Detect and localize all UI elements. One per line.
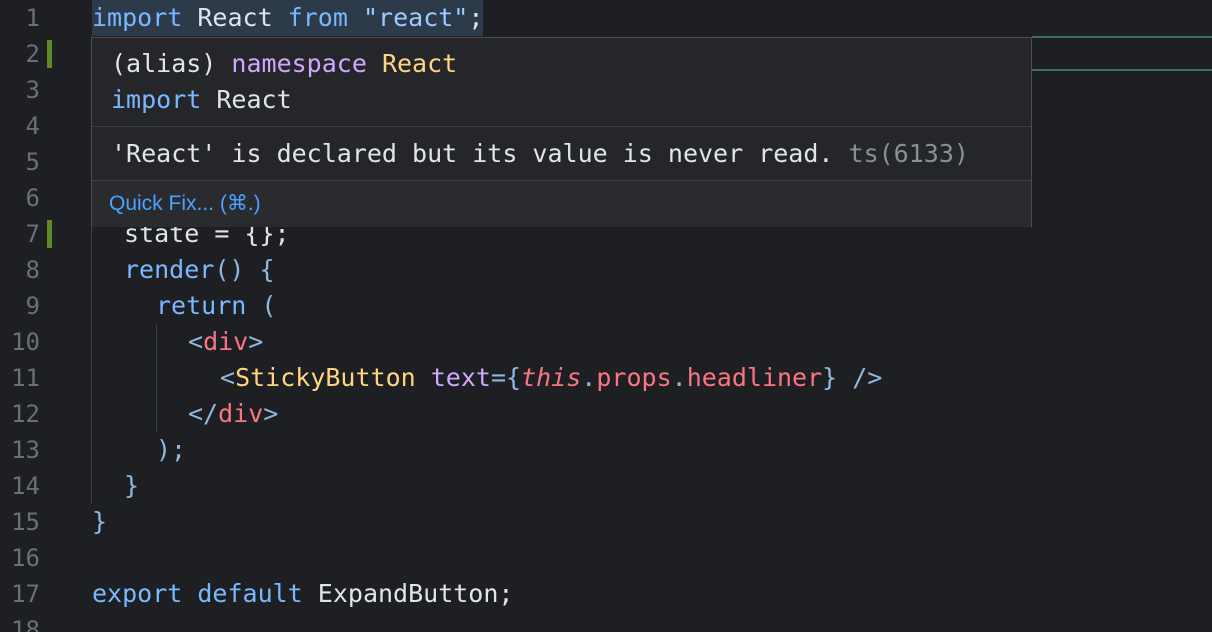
jsx-attribute-text: text	[430, 363, 491, 392]
diagnostic-text: 'React' is declared but its value is nev…	[111, 139, 834, 168]
line-number: 4	[25, 112, 40, 140]
diagnostic-message: 'React' is declared but its value is nev…	[111, 136, 969, 172]
jsx-tag-div: div	[203, 327, 249, 356]
line-number: 16	[11, 544, 40, 572]
punctuation: }	[92, 507, 108, 536]
code-text[interactable]: return (	[156, 288, 276, 324]
punctuation: </	[188, 399, 219, 428]
code-text[interactable]: render() {	[124, 252, 275, 288]
method-render: render	[124, 255, 215, 284]
code-text[interactable]: import React from "react";	[92, 0, 484, 36]
punctuation: .	[581, 363, 597, 392]
code-line-11[interactable]: 11 <StickyButton text={this.props.headli…	[0, 360, 1212, 396]
code-text[interactable]: <div>	[188, 324, 263, 360]
code-line-8[interactable]: 8 render() {	[0, 252, 1212, 288]
punctuation: }	[124, 471, 140, 500]
hover-actions-bar: Quick Fix... (⌘.)	[92, 181, 1031, 227]
punctuation: ={	[490, 363, 522, 392]
line-number: 13	[11, 436, 40, 464]
code-line-1[interactable]: 1 import React from "react";	[0, 0, 1212, 36]
code-line-15[interactable]: 15 }	[0, 504, 1212, 540]
punctuation: ;	[498, 579, 514, 608]
keyword-import: import	[92, 3, 183, 32]
line-number: 2	[25, 40, 40, 68]
code-line-16[interactable]: 16	[0, 540, 1212, 576]
code-text[interactable]: <StickyButton text={this.props.headliner…	[220, 360, 882, 396]
code-editor[interactable]: 1 import React from "react"; 2 3 4 5 6 7…	[0, 0, 1212, 632]
line-number: 7	[25, 220, 40, 248]
keyword-default: default	[197, 579, 303, 608]
property-headliner: headliner	[686, 363, 823, 392]
diagnostic-code: ts(6133)	[848, 139, 969, 168]
code-line-10[interactable]: 10 <div>	[0, 324, 1212, 360]
code-line-13[interactable]: 13 );	[0, 432, 1212, 468]
line-number: 14	[11, 472, 40, 500]
punctuation: >	[263, 399, 279, 428]
code-text[interactable]: export default ExpandButton;	[92, 576, 513, 612]
line-number: 1	[25, 4, 40, 32]
line-number: 9	[25, 292, 40, 320]
code-line-18[interactable]: 18	[0, 612, 1212, 632]
line-number: 8	[25, 256, 40, 284]
code-line-14[interactable]: 14 }	[0, 468, 1212, 504]
property-props: props	[596, 363, 672, 392]
keyword-return: return	[156, 291, 247, 320]
identifier-expandbutton: ExpandButton	[317, 579, 499, 608]
line-number: 10	[11, 328, 40, 356]
punctuation: <	[188, 327, 204, 356]
import-name: React	[216, 85, 292, 114]
keyword-export: export	[92, 579, 183, 608]
gutter-modified-marker	[47, 220, 52, 248]
hover-divider	[92, 126, 1031, 127]
keyword-this: this	[521, 363, 582, 392]
punctuation: ;	[468, 3, 484, 32]
line-number: 11	[11, 364, 40, 392]
line-number: 12	[11, 400, 40, 428]
namespace-name: React	[381, 49, 458, 78]
namespace-keyword: namespace	[231, 49, 367, 78]
identifier-react[interactable]: React	[197, 3, 272, 32]
jsx-component-stickybutton: StickyButton	[235, 363, 416, 392]
hover-tooltip: (alias) namespace React import React 'Re…	[91, 37, 1032, 227]
code-line-9[interactable]: 9 return (	[0, 288, 1212, 324]
line-number: 5	[25, 148, 40, 176]
code-text[interactable]: }	[124, 468, 139, 504]
hover-signature: (alias) namespace React import React	[111, 46, 457, 118]
punctuation: );	[156, 435, 187, 464]
module-string: "react"	[362, 3, 469, 32]
keyword-from: from	[287, 3, 348, 32]
line-number: 3	[25, 76, 40, 104]
import-keyword: import	[111, 85, 202, 114]
punctuation: <	[220, 363, 236, 392]
line-number: 18	[11, 616, 40, 632]
punctuation: () {	[214, 255, 275, 284]
code-text[interactable]: }	[92, 504, 107, 540]
gutter-modified-marker	[47, 40, 52, 68]
punctuation: (	[246, 291, 277, 320]
punctuation: >	[248, 327, 264, 356]
code-text[interactable]: );	[156, 432, 186, 468]
code-line-12[interactable]: 12 </div>	[0, 396, 1212, 432]
line-number: 17	[11, 580, 40, 608]
line-number: 15	[11, 508, 40, 536]
line-number: 6	[25, 184, 40, 212]
jsx-tag-div: div	[218, 399, 264, 428]
punctuation: } />	[822, 363, 883, 392]
code-line-17[interactable]: 17 export default ExpandButton;	[0, 576, 1212, 612]
alias-label: (alias)	[111, 49, 217, 78]
quick-fix-link[interactable]: Quick Fix... (⌘.)	[109, 191, 261, 216]
code-text[interactable]: </div>	[188, 396, 278, 432]
punctuation: .	[671, 363, 687, 392]
